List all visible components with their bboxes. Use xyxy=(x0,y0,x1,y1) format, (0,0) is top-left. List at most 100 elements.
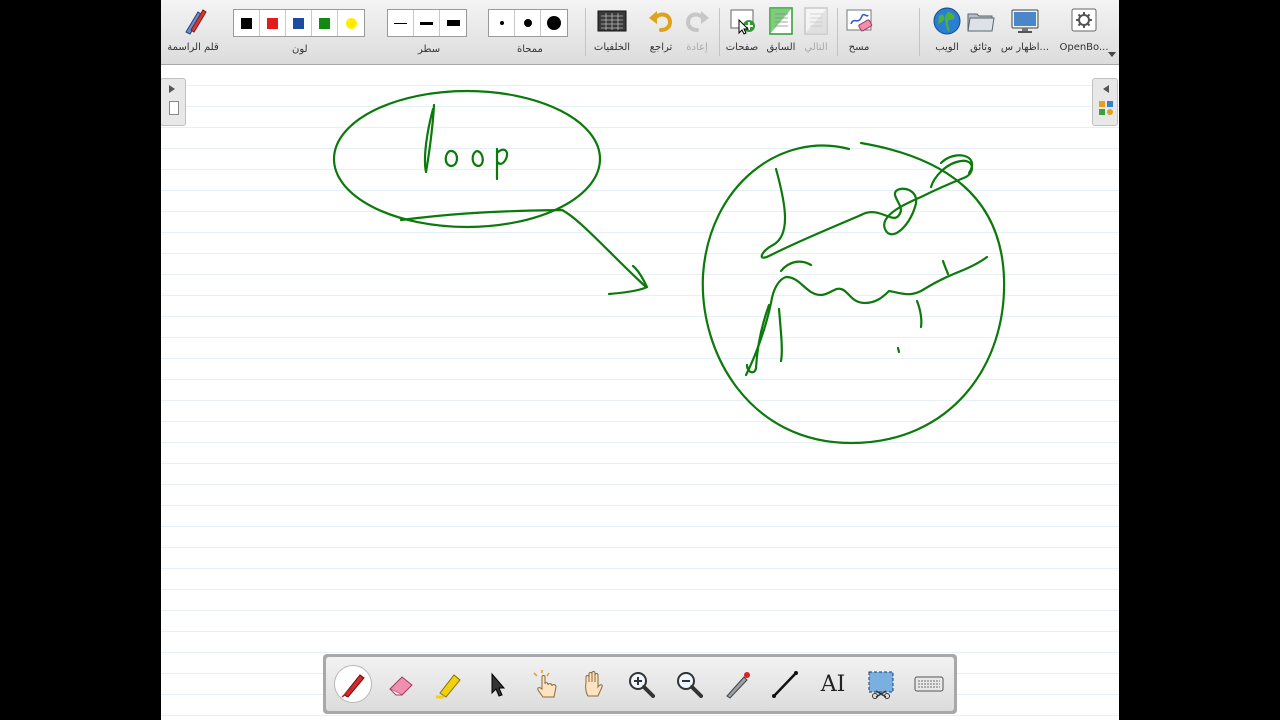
next-label: التالي xyxy=(804,42,828,53)
show-desktop-label: اظهار س... xyxy=(1000,42,1050,53)
line-thin-button[interactable] xyxy=(388,10,414,36)
laser-pointer-tool-button[interactable] xyxy=(718,665,756,703)
arrow-pointer-icon xyxy=(491,672,506,697)
backgrounds-label: الخلفيات xyxy=(593,42,631,53)
features-panel-toggle[interactable] xyxy=(1092,78,1118,126)
interact-hand-icon xyxy=(533,670,557,698)
expand-left-icon xyxy=(1103,85,1109,93)
previous-page-button[interactable]: السابق xyxy=(763,4,799,60)
undo-button[interactable]: تراجع xyxy=(643,4,679,60)
color-blue-button[interactable] xyxy=(286,10,312,36)
top-toolbar: قلم الراسمة لون سطر ممحاة الخلفيات تراجع… xyxy=(161,0,1119,65)
scribble-5 xyxy=(745,303,771,374)
eraser-small-button[interactable] xyxy=(489,10,515,36)
tools-palette-body: AI xyxy=(326,657,954,711)
ink-layer xyxy=(332,89,1006,445)
eraser-medium-button[interactable] xyxy=(515,10,541,36)
scribble-6 xyxy=(777,307,783,363)
line-tool-button[interactable] xyxy=(766,665,804,703)
clear-label: مسح xyxy=(848,42,870,53)
handwriting-l xyxy=(423,103,436,174)
zoom-out-tool-button[interactable] xyxy=(670,665,708,703)
menu-dropdown-icon[interactable] xyxy=(1108,52,1116,57)
zoom-in-icon xyxy=(629,672,655,698)
next-page-icon xyxy=(801,6,831,36)
eraser-icon xyxy=(389,676,413,696)
pages-button[interactable]: صفحات xyxy=(723,4,761,60)
scribble-10 xyxy=(779,260,813,273)
previous-page-icon xyxy=(766,6,796,36)
color-green-button[interactable] xyxy=(312,10,338,36)
redo-button[interactable]: إعادة xyxy=(679,4,715,60)
pages-thumbnail-icon xyxy=(169,101,179,115)
openboard-label: OpenBo... xyxy=(1059,42,1109,53)
scribble-7 xyxy=(915,299,923,329)
handwriting-o1 xyxy=(444,149,459,168)
gear-icon xyxy=(1069,6,1099,36)
line-icon xyxy=(772,671,798,698)
keyboard-icon xyxy=(914,676,944,692)
color-yellow-button[interactable] xyxy=(338,10,364,36)
text-tool-button[interactable]: AI xyxy=(814,665,852,703)
clear-page-button[interactable]: مسح xyxy=(841,4,877,60)
big-circle xyxy=(701,141,1006,445)
pen-icon xyxy=(178,6,208,36)
handwriting-o2 xyxy=(471,149,484,168)
openboard-window: قلم الراسمة لون سطر ممحاة الخلفيات تراجع… xyxy=(161,0,1119,720)
show-desktop-button[interactable]: اظهار س... xyxy=(1001,4,1049,60)
selector-tool-button[interactable] xyxy=(478,665,516,703)
stylus-button[interactable]: قلم الراسمة xyxy=(163,4,223,60)
line-thick-button[interactable] xyxy=(440,10,466,36)
pen-icon xyxy=(341,674,365,698)
folder-icon xyxy=(966,6,996,36)
undo-icon xyxy=(646,6,676,36)
zoom-in-tool-button[interactable] xyxy=(622,665,660,703)
capture-tool-button[interactable] xyxy=(862,665,900,703)
color-black-button[interactable] xyxy=(234,10,260,36)
line-label: سطر xyxy=(418,44,441,55)
monitor-icon xyxy=(1010,6,1040,36)
library-icon xyxy=(1099,101,1113,117)
library-panel-toggle[interactable] xyxy=(161,78,186,126)
scribble-3 xyxy=(939,154,974,175)
hand-tool-button[interactable] xyxy=(574,665,612,703)
documents-button[interactable]: وثائق xyxy=(965,4,997,60)
eraser-size-picker xyxy=(488,9,568,37)
add-page-icon xyxy=(727,6,757,36)
backgrounds-button[interactable]: الخلفيات xyxy=(587,4,637,60)
redo-icon xyxy=(682,6,712,36)
line-medium-button[interactable] xyxy=(414,10,440,36)
clear-page-icon xyxy=(844,6,874,36)
virtual-keyboard-tool-button[interactable] xyxy=(910,665,948,703)
color-red-button[interactable] xyxy=(260,10,286,36)
hand-icon xyxy=(585,671,603,697)
scribble-2 xyxy=(859,159,974,236)
capture-icon xyxy=(868,671,894,699)
toolbar-separator xyxy=(585,8,586,56)
pen-tool-button[interactable] xyxy=(334,665,372,703)
toolbar-separator xyxy=(919,8,920,56)
highlighter-tool-button[interactable] xyxy=(430,665,468,703)
undo-label: تراجع xyxy=(649,42,673,53)
color-label: لون xyxy=(292,44,308,55)
interact-tool-button[interactable] xyxy=(526,665,564,703)
eraser-tool-button[interactable] xyxy=(382,665,420,703)
globe-icon xyxy=(932,6,962,36)
background-grid-icon xyxy=(597,6,627,36)
eraser-large-button[interactable] xyxy=(541,10,567,36)
toolbar-separator xyxy=(837,8,838,56)
documents-label: وثائق xyxy=(970,42,992,53)
openboard-menu-button[interactable]: OpenBo... xyxy=(1057,4,1111,60)
next-page-button[interactable]: التالي xyxy=(799,4,833,60)
stylus-label: قلم الراسمة xyxy=(167,42,219,53)
handwriting-p xyxy=(495,147,509,181)
scribble-1 xyxy=(760,167,863,259)
web-button[interactable]: الويب xyxy=(929,4,965,60)
scribble-9 xyxy=(941,259,950,276)
expand-right-icon xyxy=(169,85,175,93)
previous-label: السابق xyxy=(766,42,796,53)
whiteboard-canvas[interactable] xyxy=(161,65,1119,720)
highlighter-icon xyxy=(436,674,461,699)
zoom-out-icon xyxy=(677,672,703,698)
redo-label: إعادة xyxy=(686,42,708,53)
